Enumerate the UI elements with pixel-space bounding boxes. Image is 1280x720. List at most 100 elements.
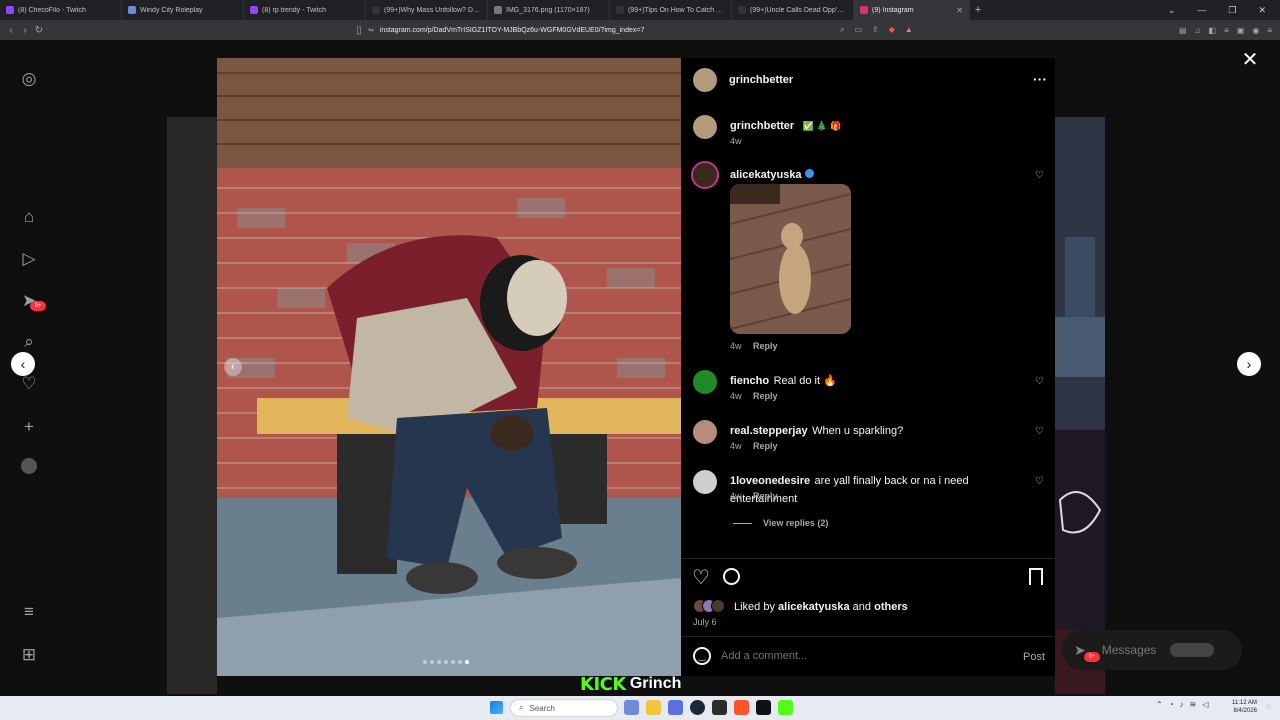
save-icon[interactable] (1029, 568, 1043, 585)
music-icon[interactable]: ♫ (1195, 26, 1201, 35)
reels-icon[interactable]: ▷ (18, 248, 40, 270)
comment-icon[interactable] (723, 568, 740, 585)
comment-avatar[interactable] (691, 161, 719, 189)
close-tab-icon[interactable]: ✕ (956, 6, 963, 15)
browser-tab[interactable]: Windy City Roleplay (122, 0, 244, 20)
notifications-icon[interactable]: ◌ (1266, 702, 1271, 711)
wallet-icon[interactable]: ▣ (1237, 26, 1245, 35)
comment-username[interactable]: fiencho (730, 375, 769, 387)
file-explorer-icon[interactable] (646, 700, 661, 715)
close-window-button[interactable]: ✕ (1258, 5, 1266, 16)
browser-tab[interactable]: (99+)Tips On How To Catch A ⌛ Ti (610, 0, 732, 20)
comment-avatar[interactable] (693, 370, 717, 394)
emoji-icon[interactable]: ‿ (693, 647, 711, 665)
like-icon[interactable]: ♡ (692, 565, 710, 590)
extension-icon[interactable]: ◧ (1209, 26, 1217, 35)
like-comment-icon[interactable]: ♡ (1035, 376, 1044, 387)
browser-tab-active[interactable]: (9) Instagram ✕ (854, 0, 970, 20)
like-comment-icon[interactable]: ♡ (1035, 426, 1044, 437)
author-avatar[interactable] (693, 68, 717, 92)
reply-button[interactable]: Reply (753, 441, 778, 451)
liked-by-others[interactable]: others (874, 601, 908, 613)
browser-tab[interactable]: (8) ChecoFilo - Twitch (0, 0, 122, 20)
tray-chevron-icon[interactable]: ⌃ (1156, 700, 1163, 709)
browser-tab[interactable]: (99+)Uncle Calls Dead Opp's Mom i... (732, 0, 854, 20)
hamburger-menu-icon[interactable]: ≡ (18, 601, 40, 623)
new-tab-button[interactable]: + (970, 4, 986, 16)
browser-tab[interactable]: (8) rp trendy - Twitch (244, 0, 366, 20)
reply-button[interactable]: Reply (753, 341, 778, 351)
kick-app-icon[interactable] (778, 700, 793, 715)
messages-widget[interactable]: ➤ 9+ Messages (1062, 630, 1242, 670)
brave-shield-icon[interactable]: ◆ (889, 25, 895, 35)
tiktok-icon (738, 6, 746, 14)
search-icon[interactable]: ⌕ (18, 331, 40, 353)
liked-by-user[interactable]: alicekatyuska (778, 601, 850, 613)
comment-username[interactable]: 1loveonedesire (730, 475, 810, 487)
stream-overlay: KICK Grinch (580, 672, 681, 696)
profile-avatar[interactable] (18, 458, 40, 480)
previous-image-button[interactable]: ‹ (224, 358, 242, 376)
reply-button[interactable]: Reply (753, 391, 778, 401)
forward-icon[interactable]: › (18, 25, 32, 36)
volume-icon[interactable]: ◁ (1202, 700, 1208, 709)
sidebar-icon[interactable]: ▤ (1179, 26, 1187, 35)
previous-post-button[interactable]: ‹ (11, 352, 35, 376)
cast-icon[interactable]: ▭ (854, 25, 862, 35)
chat-icon[interactable] (668, 700, 683, 715)
comment-row: 1loveonedesire are yall finally back or … (730, 471, 1030, 507)
zoom-icon[interactable]: ⌕ (840, 25, 844, 35)
url-field[interactable]: ⇋ instagram.com/p/DadVmTrISIGZ1ITOY-MJBb… (368, 23, 908, 37)
comment-avatar[interactable] (693, 420, 717, 444)
back-icon[interactable]: ‹ (4, 25, 18, 36)
comment-input[interactable] (721, 648, 1001, 664)
taskbar-search[interactable]: ⌕ Search (510, 699, 618, 717)
brave-rewards-icon[interactable]: ▲ (905, 25, 913, 35)
view-replies-button[interactable]: View replies (2) (763, 518, 828, 528)
comment-avatar[interactable] (693, 470, 717, 494)
instagram-logo-icon[interactable]: ◎ (18, 68, 40, 90)
comment-time: 4w (730, 391, 742, 401)
caption-username[interactable]: grinchbetter (730, 120, 794, 132)
author-username[interactable]: grinchbetter (729, 74, 793, 86)
close-modal-icon[interactable]: ✕ (1240, 50, 1260, 70)
app-icon[interactable] (756, 700, 771, 715)
minimize-button[interactable]: — (1197, 5, 1206, 16)
comment-username[interactable]: real.stepperjay (730, 425, 808, 437)
post-comment-button[interactable]: Post (1023, 651, 1045, 663)
clock[interactable]: 11:12 AM 8/4/2026 (1232, 699, 1257, 715)
start-icon[interactable] (490, 701, 503, 714)
more-icon[interactable]: ≡ (1267, 26, 1272, 35)
reply-button[interactable]: Reply (753, 491, 778, 501)
like-comment-icon[interactable]: ♡ (1035, 170, 1044, 181)
home-icon[interactable]: ⌂ (18, 206, 40, 228)
next-post-button[interactable]: › (1237, 352, 1261, 376)
bookmark-icon[interactable]: ▯ (352, 25, 366, 36)
network-icon[interactable]: ◔ (1169, 700, 1174, 709)
apps-icon[interactable]: ⊞ (18, 644, 40, 666)
wifi-icon[interactable]: ≋ (1190, 700, 1197, 709)
share-icon[interactable]: ⇪ (872, 25, 879, 35)
restore-button[interactable]: ❐ (1228, 5, 1236, 16)
like-comment-icon[interactable]: ♡ (1035, 476, 1044, 487)
browser-tab[interactable]: (99+)Why Mass Unfollow? Didi Fayb... (366, 0, 488, 20)
chevron-down-icon[interactable]: ⌄ (1168, 5, 1176, 16)
comment-username[interactable]: alicekatyuska (730, 169, 802, 181)
caption-avatar[interactable] (693, 115, 717, 139)
browser-tab[interactable]: IMG_3176.png (1170×187) (488, 0, 610, 20)
heart-icon[interactable]: ♡ (18, 373, 40, 395)
create-icon[interactable]: + (18, 416, 40, 438)
menu-icon[interactable]: ≡ (1224, 26, 1229, 35)
more-options-icon[interactable]: ··· (1033, 71, 1047, 87)
verified-badge-icon (804, 169, 814, 179)
brave-browser-icon[interactable] (734, 700, 749, 715)
reload-icon[interactable]: ↻ (32, 25, 46, 36)
xbox-icon[interactable] (712, 700, 727, 715)
widgets-icon[interactable] (624, 700, 639, 715)
steam-icon[interactable] (690, 700, 705, 715)
comment-gif[interactable] (730, 184, 851, 334)
search-icon: ⌕ (519, 703, 524, 712)
post-image[interactable]: ‹ (217, 58, 681, 676)
profile-icon[interactable]: ◉ (1252, 26, 1259, 35)
microphone-icon[interactable]: ♪ (1180, 700, 1184, 709)
